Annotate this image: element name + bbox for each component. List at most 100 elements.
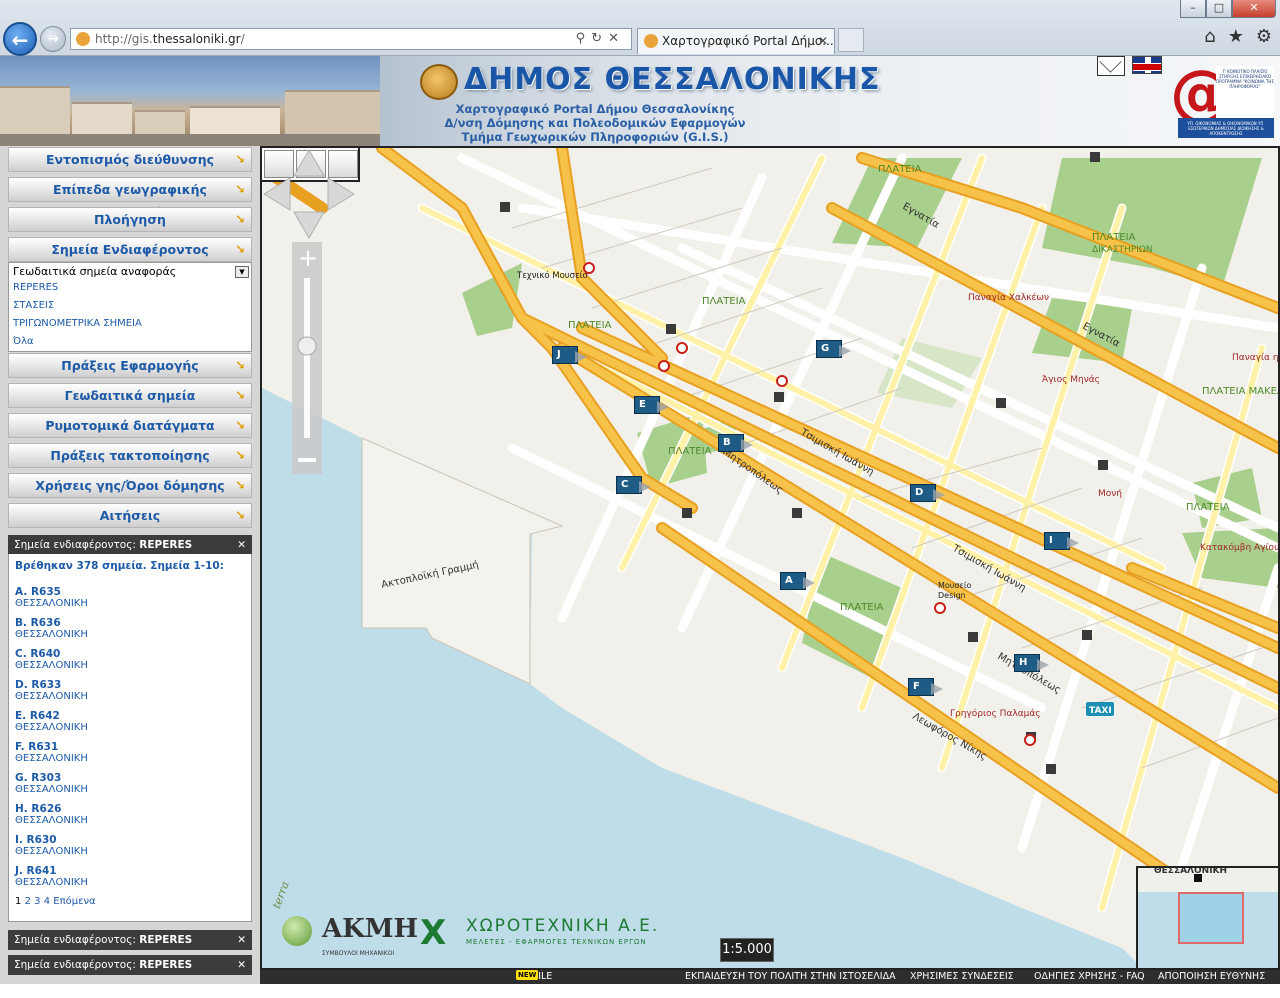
pan-zoom-control[interactable]: + [262,148,356,478]
result-code[interactable]: G. R303 [15,772,245,784]
list-item[interactable]: J. R641 ΘΕΣΣΑΛΟΝΙΚΗ [15,865,245,888]
pan-left-icon[interactable] [263,177,291,211]
result-code[interactable]: H. R626 [15,803,245,815]
pan-right-icon[interactable] [327,177,355,211]
map-marker-e[interactable]: E [634,396,669,414]
close-icon[interactable]: ✕ [237,535,246,555]
pan-down-icon[interactable] [293,211,325,240]
poi-category-select[interactable]: Γεωδαιτικά σημεία αναφοράς ▼ [11,265,251,279]
map-marker-a[interactable]: A [780,572,815,590]
result-code[interactable]: F. R631 [15,741,245,753]
footer-link-xrisimes[interactable]: ΧΡΗΣΙΜΕΣ ΣΥΝΔΕΣΕΙΣ [910,970,1014,984]
menu-praxeis-efarmogis[interactable]: Πράξεις Εφαρμογής ↘ [8,353,252,378]
tab-close-icon[interactable]: ✕ [818,29,828,53]
page-link[interactable]: 4 [44,896,50,907]
map-marker-g[interactable]: G [816,340,851,358]
list-item[interactable]: F. R631 ΘΕΣΣΑΛΟΝΙΚΗ [15,741,245,764]
footer-link-disclaimer[interactable]: ΑΠΟΠΟΙΗΣΗ ΕΥΘΥΝΗΣ [1158,970,1265,984]
overview-extent[interactable] [1178,892,1244,944]
xwrotexniki-logo[interactable]: X ΧΩΡΟΤΕΧΝΙΚΗ Α.Ε. ΜΕΛΕΤΕΣ - ΕΦΑΡΜΟΓΕΣ Τ… [420,916,700,962]
search-icon[interactable]: ⚲ [576,31,592,46]
new-tab-button[interactable] [838,28,864,52]
result-code[interactable]: A. R635 [15,586,245,598]
back-button[interactable]: ← [3,22,37,56]
list-item[interactable]: A. R635 ΘΕΣΣΑΛΟΝΙΚΗ [15,586,245,609]
zoom-in-icon[interactable]: + [298,244,318,272]
map-marker-d[interactable]: D [910,484,945,502]
map-marker-b[interactable]: B [718,434,753,452]
menu-label: Εντοπισμός διεύθυνσης [45,152,215,167]
address-tools[interactable]: ⚲↻✕ [576,29,625,49]
minimize-button[interactable]: – [1180,0,1206,18]
list-item[interactable]: H. R626 ΘΕΣΣΑΛΟΝΙΚΗ [15,803,245,826]
footer-link-faq[interactable]: ΟΔΗΓΙΕΣ ΧΡΗΣΗΣ - FAQ [1034,970,1145,984]
map-view[interactable]: Εγνατία Εγνατία Τσιμισκή Ιωάννη Τσιμισκή… [260,146,1280,970]
menu-applications[interactable]: Αιτήσεις ↘ [8,503,252,528]
result-code[interactable]: J. R641 [15,865,245,877]
result-code[interactable]: E. R642 [15,710,245,722]
list-item[interactable]: C. R640 ΘΕΣΣΑΛΟΝΙΚΗ [15,648,245,671]
close-window-button[interactable]: ✕ [1232,0,1276,18]
address-bar[interactable]: http://gis.thessaloniki.gr/ ⚲↻✕ [70,28,632,50]
result-code[interactable]: I. R630 [15,834,245,846]
overview-map[interactable]: ΘΕΣΣΑΛΟΝΙΚΗ [1136,866,1278,968]
forward-button[interactable]: → [40,26,66,52]
stop-icon[interactable]: ✕ [608,31,625,46]
result-header-collapsed[interactable]: Σημεία ενδιαφέροντος: REPERES ✕ [8,930,252,950]
zoom-out-icon[interactable] [298,458,316,462]
english-flag-icon[interactable] [1132,56,1162,74]
list-item[interactable]: D. R633 ΘΕΣΣΑΛΟΝΙΚΗ [15,679,245,702]
tab-favicon [644,34,658,48]
page-link[interactable]: 2 [25,896,31,907]
arrow-icon: ↘ [234,182,245,196]
browser-tab[interactable]: Χαρτογραφικό Portal Δήμο... ✕ [637,28,835,54]
menu-layers[interactable]: Επίπεδα γεωγραφικής πληροφορίας↘ [8,177,252,220]
map-marker-f[interactable]: F [908,678,943,696]
poi-option-trigonometrika[interactable]: ΤΡΙΓΩΝΟΜΕΤΡΙΚΑ ΣΗΜΕΙΑ [13,318,142,329]
municipality-logo[interactable] [420,64,458,100]
result-code[interactable]: B. R636 [15,617,245,629]
refresh-icon[interactable]: ↻ [591,31,608,46]
page-link[interactable]: 3 [34,896,40,907]
zoom-slider-handle[interactable] [297,336,317,356]
pan-up-icon[interactable] [293,148,325,177]
list-item[interactable]: G. R303 ΘΕΣΣΑΛΟΝΙΚΗ [15,772,245,795]
poi-option-all[interactable]: Όλα [13,336,34,347]
chevron-down-icon[interactable]: ▼ [235,266,249,278]
terra-logo[interactable]: terra [268,880,312,964]
park-label-dikastirion-2: ΔΙΚΑΣΤΗΡΙΩΝ [1092,245,1153,255]
information-society-logo[interactable]: @ Γ' ΚΟΙΝΟΤΙΚΟ ΠΛΑΙΣΙΟ ΣΤΗΡΙΞΗΣ ΕΠΙΧΕΙΡΗ… [1168,56,1276,138]
gear-icon[interactable]: ⚙ [1256,26,1272,47]
menu-label: Χρήσεις γης/Όροι δόμησης [35,478,225,493]
menu-praxeis-taktopoiisis[interactable]: Πράξεις τακτοποίησης ↘ [8,443,252,468]
poi-option-staseis[interactable]: ΣΤΑΣΕΙΣ [13,300,54,311]
star-icon[interactable]: ★ [1228,26,1244,47]
next-page-link[interactable]: Επόμενα [53,896,95,907]
menu-address-search[interactable]: Εντοπισμός διεύθυνσης ↘ [8,147,252,172]
poi-option-reperes[interactable]: REPERES [13,282,58,293]
result-code[interactable]: C. R640 [15,648,245,660]
result-code[interactable]: D. R633 [15,679,245,691]
list-item[interactable]: I. R630 ΘΕΣΣΑΛΟΝΙΚΗ [15,834,245,857]
map-marker-h[interactable]: H [1014,654,1049,672]
close-icon[interactable]: ✕ [237,930,246,950]
close-icon[interactable]: ✕ [237,955,246,975]
map-marker-c[interactable]: C [616,476,651,494]
map-marker-i[interactable]: I [1044,532,1079,550]
footer-link-ekpaideysi[interactable]: ΕΚΠΑΙΔΕΥΣΗ ΤΟΥ ΠΟΛΙΤΗ ΣΤΗΝ ΙΣΤΟΣΕΛΙΔΑ [685,970,896,984]
list-item[interactable]: E. R642 ΘΕΣΣΑΛΟΝΙΚΗ [15,710,245,733]
home-icon[interactable]: ⌂ [1204,26,1215,47]
maximize-button[interactable]: □ [1206,0,1232,18]
map-marker-j[interactable]: J [552,346,587,364]
menu-rymotomika[interactable]: Ρυμοτομικά διατάγματα ↘ [8,413,252,438]
map-canvas[interactable]: Εγνατία Εγνατία Τσιμισκή Ιωάννη Τσιμισκή… [262,148,1278,968]
menu-geodetic-points[interactable]: Γεωδαιτικά σημεία ↘ [8,383,252,408]
menu-land-use[interactable]: Χρήσεις γης/Όροι δόμησης ↘ [8,473,252,498]
menu-points-of-interest[interactable]: Σημεία Ενδιαφέροντος ↘ [8,237,252,262]
menu-navigation[interactable]: Πλοήγηση ↘ [8,207,252,232]
poi-label-agios-grigorios: Γρηγόριος Παλαμάς [950,708,1041,719]
akmi-logo[interactable]: ΑΚΜΗ ΣΥΜΒΟΥΛΟΙ ΜΗΧΑΝΙΚΟΙ [322,910,418,966]
list-item[interactable]: B. R636 ΘΕΣΣΑΛΟΝΙΚΗ [15,617,245,640]
mail-icon[interactable] [1097,56,1125,76]
result-header-collapsed[interactable]: Σημεία ενδιαφέροντος: REPERES ✕ [8,955,252,975]
